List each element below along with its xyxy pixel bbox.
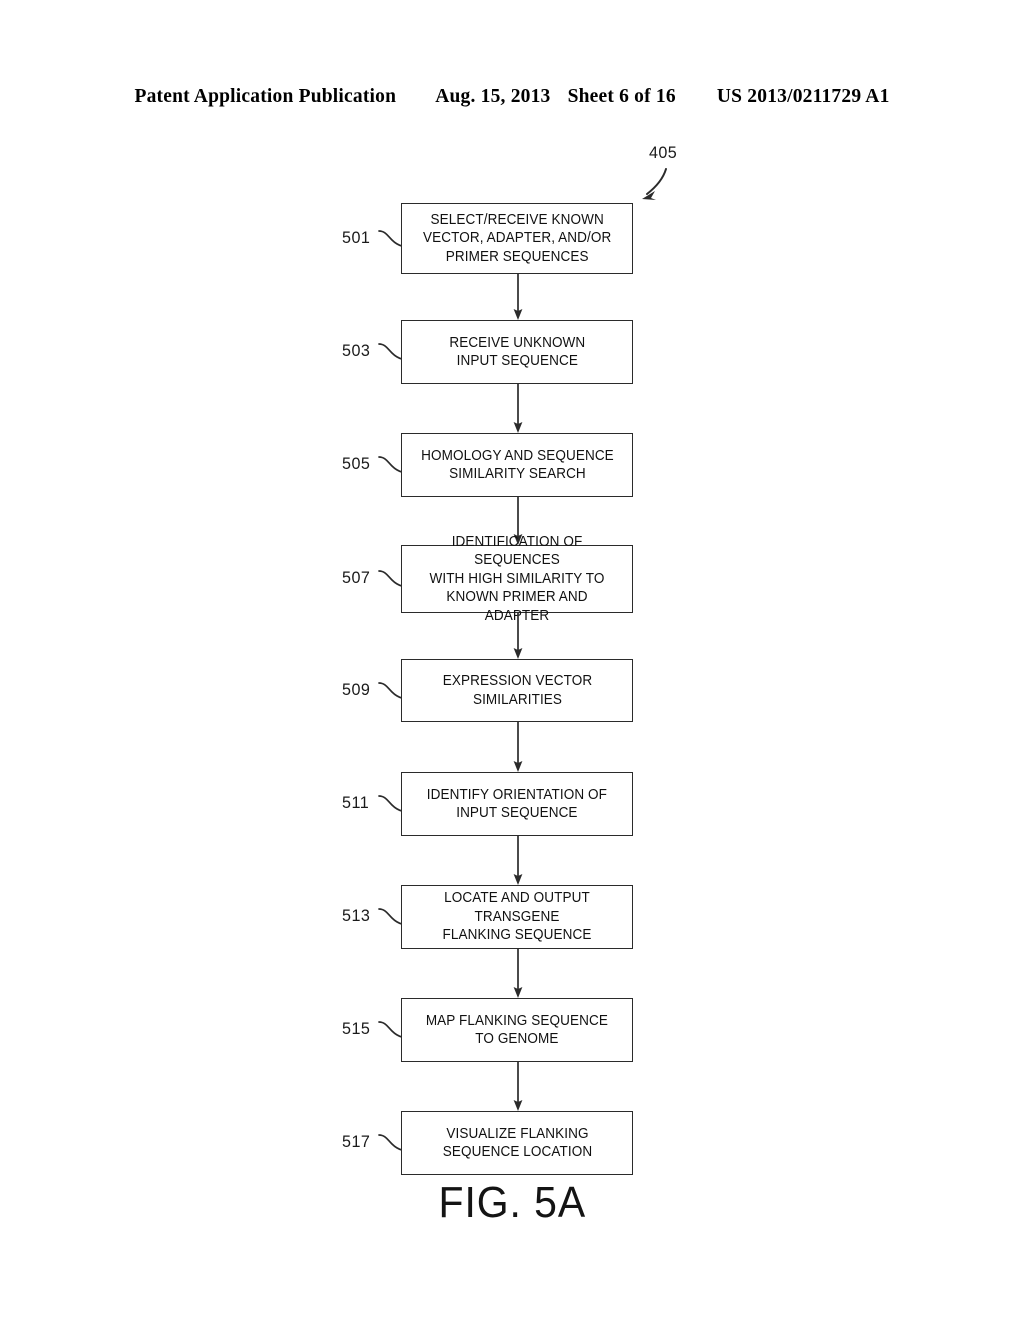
step-number-label-509: 509 [342,679,371,699]
flowchart-connector-arrow-515-to-517 [511,1062,525,1111]
step-number-label-505: 505 [342,454,371,473]
flowchart-box-text-515: MAP FLANKING SEQUENCE TO GENOME [425,1012,609,1048]
flowchart-connector-arrow-511-to-513 [511,836,525,885]
flowchart-box-515[interactable]: MAP FLANKING SEQUENCE TO GENOME [401,998,633,1062]
flowchart-box-text-503: RECEIVE UNKNOWN INPUT SEQUENCE [449,334,585,370]
flowchart-connector-arrow-513-to-515 [511,949,525,998]
step-number-label-501: 501 [342,227,371,247]
flowchart-box-text-511: IDENTIFY ORIENTATION OF INPUT SEQUENCE [426,786,608,822]
flowchart-connector-arrow-509-to-511 [511,722,525,772]
flowchart-box-text-517: VISUALIZE FLANKING SEQUENCE LOCATION [442,1125,592,1161]
flowchart-box-505[interactable]: HOMOLOGY AND SEQUENCE SIMILARITY SEARCH [401,433,633,497]
flowchart-connector-arrow-507-to-509 [511,613,525,659]
flowchart-box-509[interactable]: EXPRESSION VECTOR SIMILARITIES [401,659,633,722]
flowchart-connector-arrow-501-to-503 [511,274,525,320]
step-number-label-513: 513 [342,906,371,925]
reference-callout-405: 405 [636,143,746,209]
figure-caption-text: FIG. 5A [438,1178,586,1227]
flowchart-box-text-509: EXPRESSION VECTOR SIMILARITIES [442,673,592,708]
flowchart-box-517[interactable]: VISUALIZE FLANKING SEQUENCE LOCATION [401,1111,633,1175]
flowchart-diagram: 405 501 SELECT/RECEIVE KNOWN VECTOR, ADAP… [0,0,1024,1320]
flowchart-box-501[interactable]: SELECT/RECEIVE KNOWN VECTOR, ADAPTER, AN… [401,203,633,274]
flowchart-box-513[interactable]: LOCATE AND OUTPUT TRANSGENE FLANKING SEQ… [401,885,633,949]
flowchart-box-text-507: IDENTIFICATION OF SEQUENCES WITH HIGH SI… [429,533,605,624]
figure-caption: FIG. 5A [0,1178,1024,1228]
flowchart-box-511[interactable]: IDENTIFY ORIENTATION OF INPUT SEQUENCE [401,772,633,836]
step-number-label-511: 511 [342,793,370,812]
step-number-label-507: 507 [342,568,371,587]
step-number-label-517: 517 [342,1132,371,1151]
reference-leader-arrow-icon [642,168,667,200]
flowchart-box-text-505: HOMOLOGY AND SEQUENCE SIMILARITY SEARCH [420,447,614,483]
flowchart-box-507[interactable]: IDENTIFICATION OF SEQUENCES WITH HIGH SI… [401,534,633,624]
step-number-label-515: 515 [342,1019,371,1038]
flowchart-connector-arrow-503-to-505 [511,384,525,433]
flowchart-box-503[interactable]: RECEIVE UNKNOWN INPUT SEQUENCE [401,320,633,384]
step-number-label-503: 503 [342,341,371,360]
flowchart-box-text-501: SELECT/RECEIVE KNOWN VECTOR, ADAPTER, AN… [422,211,612,265]
flowchart-box-text-513: LOCATE AND OUTPUT TRANSGENE FLANKING SEQ… [442,890,592,944]
